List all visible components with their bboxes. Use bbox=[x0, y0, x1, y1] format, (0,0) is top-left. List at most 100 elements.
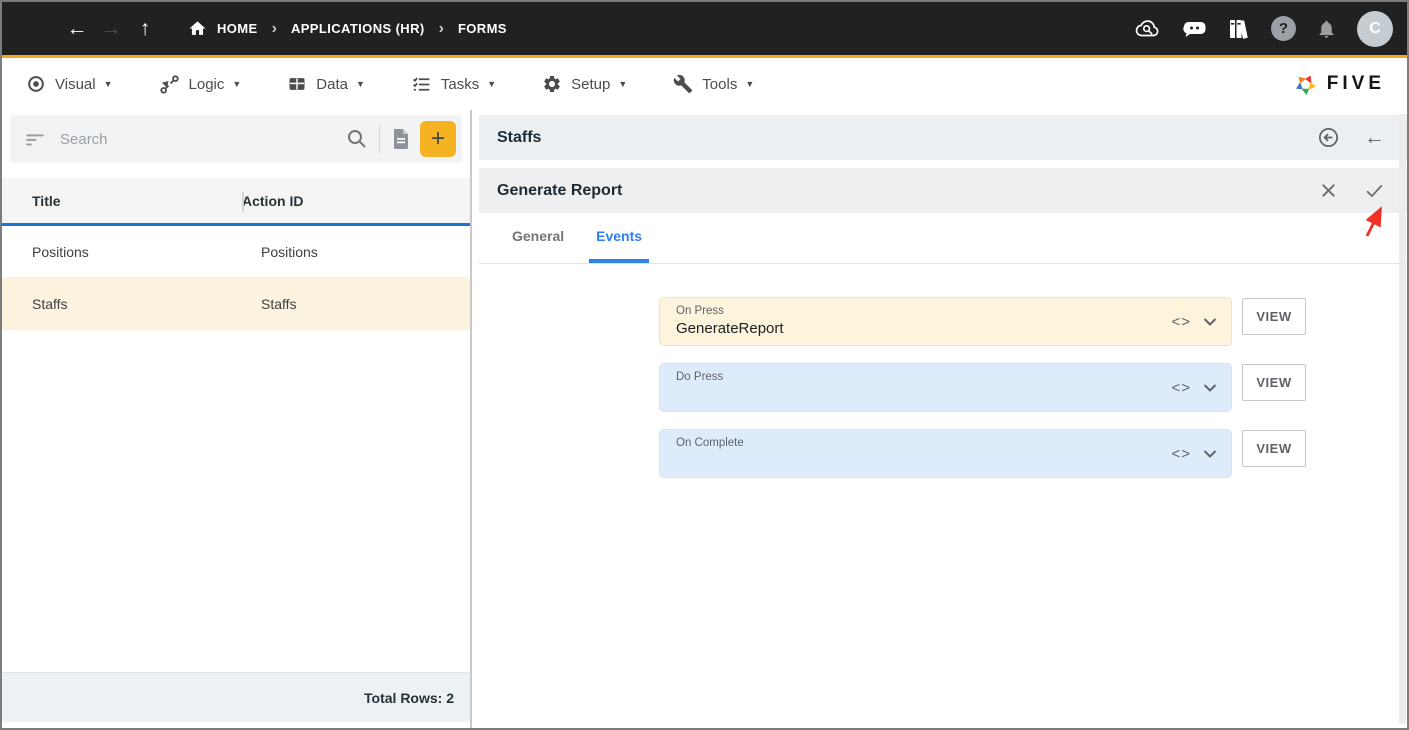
total-rows-label: Total Rows: 2 bbox=[364, 690, 454, 706]
field-row-on-complete: On Complete <> VIEW bbox=[659, 429, 1407, 478]
filter-icon[interactable] bbox=[24, 128, 46, 150]
forward-arrow-icon[interactable]: → bbox=[94, 18, 128, 39]
scrollbar-track[interactable] bbox=[1399, 114, 1406, 724]
bell-notifications-icon[interactable] bbox=[1316, 18, 1337, 40]
table-header: Title Action ID bbox=[2, 178, 470, 226]
cell-action-id: Positions bbox=[242, 244, 470, 260]
menu-tools[interactable]: Tools ▼ bbox=[673, 74, 754, 94]
chevron-down-icon[interactable] bbox=[1203, 317, 1217, 326]
logic-flow-icon bbox=[159, 74, 180, 95]
detail-header-bar: Staffs ← bbox=[479, 115, 1407, 160]
collapse-panel-icon[interactable] bbox=[1317, 126, 1340, 149]
menu-tasks-label: Tasks bbox=[441, 76, 479, 93]
table-footer: Total Rows: 2 bbox=[2, 672, 470, 722]
app-window: ← → ↑ HOME › APPLICATIONS (HR) › FORMS bbox=[0, 0, 1409, 730]
toolbar-divider bbox=[379, 125, 380, 153]
caret-down-icon: ▼ bbox=[104, 79, 113, 89]
books-library-icon[interactable] bbox=[1227, 18, 1251, 40]
document-icon[interactable] bbox=[390, 127, 412, 151]
tasks-checklist-icon bbox=[411, 74, 432, 95]
breadcrumb-item-applications-hr[interactable]: APPLICATIONS (HR) bbox=[291, 21, 425, 36]
menu-tools-label: Tools bbox=[702, 76, 737, 93]
field-value: GenerateReport bbox=[676, 320, 1141, 337]
add-record-button[interactable]: + bbox=[420, 121, 456, 157]
code-icon[interactable]: <> bbox=[1171, 445, 1191, 462]
hamburger-menu-icon[interactable] bbox=[24, 19, 50, 39]
back-arrow-icon[interactable]: ← bbox=[60, 18, 94, 39]
detail-title: Staffs bbox=[497, 129, 541, 147]
menu-visual-label: Visual bbox=[55, 76, 96, 93]
tab-general[interactable]: General bbox=[505, 213, 571, 263]
do-press-field[interactable]: Do Press <> bbox=[659, 363, 1232, 412]
breadcrumb-item-home[interactable]: HOME bbox=[217, 21, 258, 36]
caret-down-icon: ▼ bbox=[487, 79, 496, 89]
home-icon[interactable] bbox=[188, 19, 207, 38]
breadcrumb-item-forms[interactable]: FORMS bbox=[458, 21, 507, 36]
caret-down-icon: ▼ bbox=[618, 79, 627, 89]
records-table: Title Action ID Positions Positions Staf… bbox=[2, 178, 470, 330]
code-icon[interactable]: <> bbox=[1171, 379, 1191, 396]
tools-wrench-icon bbox=[673, 74, 693, 94]
cloud-search-icon[interactable] bbox=[1135, 17, 1162, 40]
code-icon[interactable]: <> bbox=[1171, 313, 1191, 330]
table-row-staffs[interactable]: Staffs Staffs bbox=[2, 278, 470, 330]
menu-data[interactable]: Data ▼ bbox=[287, 74, 365, 94]
tab-events[interactable]: Events bbox=[589, 213, 649, 263]
search-icon[interactable] bbox=[345, 127, 369, 151]
caret-down-icon: ▼ bbox=[356, 79, 365, 89]
chevron-down-icon[interactable] bbox=[1203, 449, 1217, 458]
save-check-icon[interactable] bbox=[1364, 181, 1385, 200]
main-content: + Title Action ID Positions Positions St… bbox=[2, 110, 1407, 728]
search-bar: + bbox=[10, 115, 462, 163]
close-icon[interactable] bbox=[1319, 181, 1338, 200]
caret-down-icon: ▼ bbox=[232, 79, 241, 89]
back-arrow-icon[interactable]: ← bbox=[1364, 127, 1385, 148]
data-table-icon bbox=[287, 74, 307, 94]
field-row-on-press: On Press GenerateReport <> VIEW bbox=[659, 297, 1407, 346]
chevron-right-icon: › bbox=[439, 20, 444, 38]
chevron-down-icon[interactable] bbox=[1203, 383, 1217, 392]
menubar: Visual ▼ Logic ▼ Data ▼ bbox=[2, 58, 1407, 110]
menu-logic-label: Logic bbox=[189, 76, 225, 93]
column-header-title[interactable]: Title bbox=[2, 193, 242, 209]
form-header-bar: Generate Report bbox=[479, 168, 1407, 213]
field-label: Do Press bbox=[676, 371, 1141, 383]
five-pinwheel-icon bbox=[1292, 71, 1319, 98]
column-header-action-id[interactable]: Action ID bbox=[242, 193, 470, 209]
user-avatar[interactable]: C bbox=[1357, 11, 1393, 47]
form-tabs: General Events bbox=[479, 213, 1407, 264]
column-divider bbox=[242, 192, 244, 212]
table-row-positions[interactable]: Positions Positions bbox=[2, 226, 470, 278]
events-fields: On Press GenerateReport <> VIEW Do Pre bbox=[479, 264, 1407, 478]
view-button-on-complete[interactable]: VIEW bbox=[1242, 430, 1306, 467]
menu-logic[interactable]: Logic ▼ bbox=[159, 74, 242, 95]
search-input[interactable] bbox=[60, 131, 345, 148]
view-button-do-press[interactable]: VIEW bbox=[1242, 364, 1306, 401]
five-logo-text: FIVE bbox=[1327, 73, 1385, 95]
gear-icon bbox=[542, 74, 562, 94]
field-label: On Complete bbox=[676, 437, 1141, 449]
on-press-field[interactable]: On Press GenerateReport <> bbox=[659, 297, 1232, 346]
right-detail-panel: Staffs ← Generate Report bbox=[472, 110, 1407, 728]
eye-icon bbox=[26, 74, 46, 94]
menu-data-label: Data bbox=[316, 76, 348, 93]
help-icon[interactable]: ? bbox=[1271, 16, 1296, 41]
view-button-on-press[interactable]: VIEW bbox=[1242, 298, 1306, 335]
menu-tasks[interactable]: Tasks ▼ bbox=[411, 74, 496, 95]
menu-setup-label: Setup bbox=[571, 76, 610, 93]
topbar: ← → ↑ HOME › APPLICATIONS (HR) › FORMS bbox=[2, 2, 1407, 55]
up-arrow-icon[interactable]: ↑ bbox=[128, 18, 162, 39]
menu-setup[interactable]: Setup ▼ bbox=[542, 74, 627, 94]
cell-action-id: Staffs bbox=[242, 296, 470, 312]
field-row-do-press: Do Press <> VIEW bbox=[659, 363, 1407, 412]
caret-down-icon: ▼ bbox=[745, 79, 754, 89]
breadcrumb: HOME › APPLICATIONS (HR) › FORMS bbox=[188, 19, 507, 38]
on-complete-field[interactable]: On Complete <> bbox=[659, 429, 1232, 478]
chevron-right-icon: › bbox=[272, 20, 277, 38]
left-list-panel: + Title Action ID Positions Positions St… bbox=[2, 110, 472, 728]
form-title: Generate Report bbox=[497, 182, 622, 200]
menu-visual[interactable]: Visual ▼ bbox=[26, 74, 113, 94]
bot-chat-icon[interactable] bbox=[1182, 19, 1207, 39]
cell-title: Positions bbox=[2, 244, 242, 260]
five-logo: FIVE bbox=[1292, 71, 1385, 98]
